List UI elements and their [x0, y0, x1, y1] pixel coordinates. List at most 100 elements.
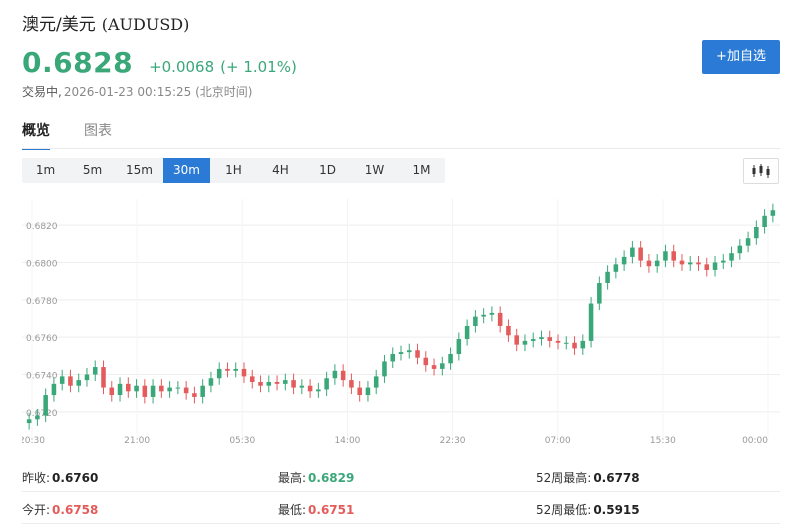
candle-body — [754, 227, 759, 239]
candle-body — [332, 370, 338, 379]
interval-1d[interactable]: 1D — [304, 158, 351, 183]
tabs-divider — [22, 148, 780, 149]
interval-15m[interactable]: 15m — [116, 158, 163, 183]
interval-1h[interactable]: 1H — [210, 158, 257, 183]
candle-body — [101, 367, 106, 388]
stat-label: 52周最高: — [536, 471, 592, 485]
interval-5m[interactable]: 5m — [69, 158, 116, 183]
y-tick-label: 0.6720 — [26, 409, 58, 419]
y-tick-label: 0.6820 — [26, 222, 58, 232]
candle-body — [464, 325, 470, 340]
candle-body — [481, 314, 486, 317]
candle-body — [249, 376, 255, 382]
interval-1w[interactable]: 1W — [351, 158, 398, 183]
candle-body — [654, 260, 660, 267]
candle-body — [580, 340, 586, 349]
price-row: 0.6828 +0.0068 (+ 1.01%) — [22, 46, 297, 79]
x-tick-label: 07:00 — [545, 436, 571, 446]
price-change-percent: (+ 1.01%) — [220, 58, 297, 76]
candlestick-icon — [752, 164, 770, 178]
candle-body — [514, 335, 519, 345]
tab-chart[interactable]: 图表 — [84, 120, 112, 150]
candle-body — [729, 253, 734, 261]
candle-body — [712, 262, 718, 270]
stat-value: 0.6751 — [308, 503, 355, 517]
stat-prev-close: 昨收: 0.6760 — [22, 469, 98, 486]
stat-52w-low: 52周最低: 0.5915 — [536, 501, 640, 518]
candle-body — [762, 215, 767, 228]
stat-value: 0.6758 — [52, 503, 99, 517]
candle-body — [307, 385, 313, 392]
candle-body — [76, 380, 81, 386]
y-tick-label: 0.6780 — [26, 297, 58, 307]
price-change: +0.0068 — [149, 58, 215, 76]
candle-body — [564, 342, 569, 344]
y-tick-label: 0.6740 — [26, 372, 58, 382]
interval-30m[interactable]: 30m — [163, 158, 210, 183]
stats-table: 昨收: 0.6760 最高: 0.6829 52周最高: 0.6778 今开: 0.67… — [22, 460, 780, 524]
candle-body — [357, 387, 362, 396]
candle-body — [109, 387, 115, 396]
candle-body — [208, 378, 214, 386]
candle-body — [382, 361, 387, 377]
candle-body — [51, 383, 57, 396]
candle-body — [299, 385, 305, 388]
candle-body — [200, 385, 205, 397]
candle-body — [159, 385, 164, 392]
candle-body — [365, 387, 371, 396]
candle-body — [291, 380, 296, 388]
candle-body — [175, 387, 181, 389]
candle-body — [216, 368, 222, 379]
interval-4h[interactable]: 4H — [257, 158, 304, 183]
tab-overview[interactable]: 概览 — [22, 120, 50, 150]
candle-body — [68, 376, 73, 386]
x-tick-label: 14:00 — [334, 436, 360, 446]
interval-selector: 1m 5m 15m 30m 1H 4H 1D 1W 1M — [22, 158, 445, 183]
x-tick-label: 05:30 — [229, 436, 255, 446]
interval-1mo[interactable]: 1M — [398, 158, 445, 183]
candle-body — [423, 357, 429, 366]
price-chart[interactable]: 0.6720 0.6740 0.6760 0.6780 0.6800 0.6820 20:3… — [22, 195, 780, 450]
stats-row: 今开: 0.6758 最低: 0.6751 52周最低: 0.5915 — [22, 492, 780, 524]
candle-body — [448, 353, 453, 364]
candle-body — [167, 387, 172, 392]
candle-body — [431, 365, 437, 369]
candle-body — [671, 251, 676, 261]
candle-body — [134, 385, 139, 392]
stat-52w-high: 52周最高: 0.6778 — [536, 469, 640, 486]
stat-label: 52周最低: — [536, 503, 592, 517]
candle-body — [398, 352, 404, 354]
chart-type-button[interactable] — [743, 158, 779, 184]
candle-body — [506, 325, 511, 336]
last-price: 0.6828 — [22, 46, 134, 79]
instrument-name: 澳元/美元 — [22, 15, 96, 35]
candle-body — [497, 312, 503, 326]
candle-body — [225, 368, 230, 371]
candle-body — [35, 415, 40, 420]
candle-body — [473, 316, 478, 326]
candle-body — [316, 389, 321, 392]
candle-body — [92, 367, 98, 375]
view-tabs: 概览 图表 — [22, 120, 146, 150]
candle-body — [183, 387, 189, 394]
instrument-title: 澳元/美元 (AUDUSD) — [22, 10, 189, 35]
candle-body — [522, 340, 528, 345]
candlestick-chart: 0.6720 0.6740 0.6760 0.6780 0.6800 0.6820 20:3… — [22, 199, 780, 446]
candle-body — [721, 260, 726, 263]
candle-body — [26, 419, 32, 424]
quote-timestamp: 2026-01-23 00:15:25 (北京时间) — [63, 85, 253, 99]
add-to-watchlist-button[interactable]: +加自选 — [702, 40, 780, 74]
candle-body — [679, 260, 685, 265]
interval-1m[interactable]: 1m — [22, 158, 69, 183]
candle-body — [696, 262, 701, 265]
y-tick-label: 0.6800 — [26, 259, 58, 269]
stat-high: 最高: 0.6829 — [278, 469, 354, 486]
candle-body — [340, 370, 346, 381]
candle-body — [770, 210, 776, 216]
candle-body — [415, 350, 420, 358]
stat-label: 最高: — [278, 471, 307, 485]
stat-label: 最低: — [278, 503, 307, 517]
x-tick-label: 15:30 — [650, 436, 676, 446]
candle-body — [737, 245, 743, 254]
candle-body — [258, 381, 263, 386]
